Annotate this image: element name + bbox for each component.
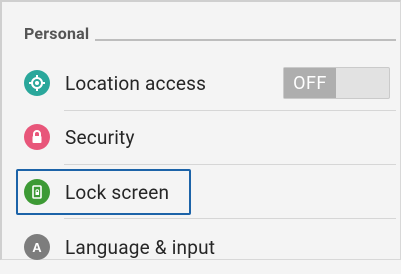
setting-language-input[interactable]: A Language & input: [24, 220, 396, 274]
setting-location-access[interactable]: Location access OFF: [24, 56, 396, 110]
svg-text:A: A: [32, 240, 42, 255]
focus-highlight: [16, 169, 191, 215]
lock-icon: [24, 124, 50, 150]
settings-panel: Personal Location access OFF Security Lo…: [0, 0, 401, 260]
section-title: Personal: [24, 24, 90, 43]
location-icon: [24, 70, 50, 96]
setting-security[interactable]: Security: [24, 110, 396, 164]
section-header: Personal: [24, 22, 396, 44]
setting-label: Language & input: [65, 235, 216, 259]
row-divider: [64, 218, 396, 219]
language-icon: A: [24, 234, 50, 260]
section-divider: [95, 39, 396, 41]
setting-label: Security: [65, 125, 135, 149]
toggle-state: OFF: [284, 68, 336, 98]
setting-label: Location access: [65, 71, 207, 95]
location-toggle[interactable]: OFF: [283, 67, 390, 99]
